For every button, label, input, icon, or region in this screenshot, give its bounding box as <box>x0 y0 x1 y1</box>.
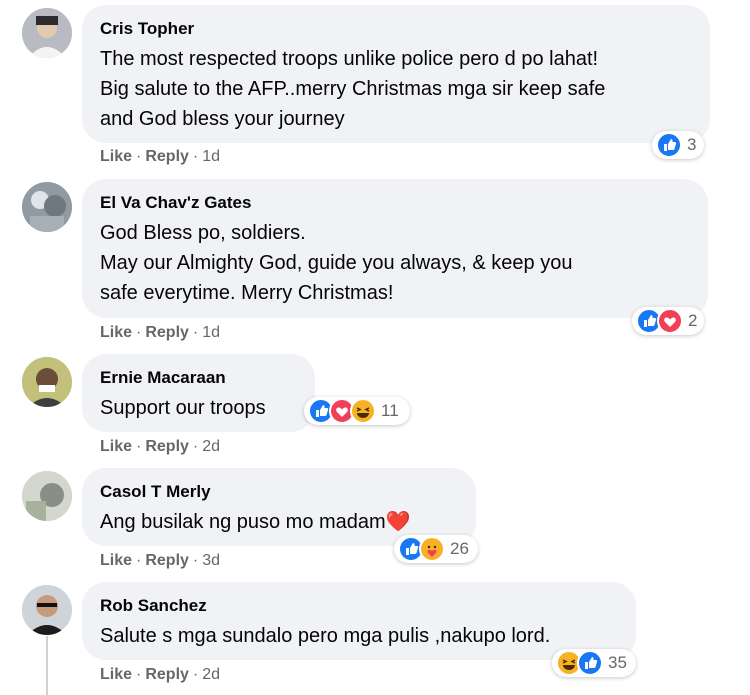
reaction-summary[interactable]: 35 <box>552 649 636 677</box>
like-button[interactable]: Like <box>100 438 132 455</box>
reaction-summary[interactable]: 2 <box>632 307 704 335</box>
separator: · <box>192 438 199 455</box>
reaction-count: 2 <box>688 311 698 330</box>
comment-timestamp[interactable]: 3d <box>202 552 220 569</box>
comment-author[interactable]: El Va Chav'z Gates <box>100 192 690 214</box>
comment-actions: Like · Reply · 1d <box>100 324 220 342</box>
separator: · <box>136 666 142 683</box>
avatar[interactable] <box>22 585 72 635</box>
reply-thread-line <box>46 636 48 695</box>
comment-actions: Like · Reply · 3d <box>100 552 220 570</box>
reaction-count: 35 <box>608 653 627 672</box>
reply-button[interactable]: Reply <box>145 438 189 455</box>
reaction-summary[interactable]: 3 <box>652 131 704 159</box>
reply-button[interactable]: Reply <box>145 552 189 569</box>
comment-text: Ang busilak ng puso mo madam❤️ <box>100 511 411 533</box>
separator: · <box>136 552 142 569</box>
reaction-count: 3 <box>687 135 697 154</box>
like-button[interactable]: Like <box>100 324 132 341</box>
separator: · <box>192 666 199 683</box>
reaction-summary[interactable]: 26 <box>394 535 478 563</box>
reply-button[interactable]: Reply <box>145 666 189 683</box>
avatar[interactable] <box>22 471 72 521</box>
comment-author[interactable]: Cris Topher <box>100 18 692 40</box>
reply-button[interactable]: Reply <box>145 148 189 165</box>
comment-bubble: Cris Topher The most respected troops un… <box>82 5 710 143</box>
reply-button[interactable]: Reply <box>145 324 189 341</box>
separator: · <box>136 324 142 341</box>
comment-actions: Like · Reply · 2d <box>100 666 220 684</box>
comment-timestamp[interactable]: 1d <box>202 324 220 341</box>
reaction-summary[interactable]: 11 <box>304 397 410 425</box>
avatar[interactable] <box>22 182 72 232</box>
comment-actions: Like · Reply · 1d <box>100 148 220 166</box>
comment-bubble: El Va Chav'z Gates God Bless po, soldier… <box>82 179 708 318</box>
like-button[interactable]: Like <box>100 148 132 165</box>
separator: · <box>192 324 199 341</box>
comment-text: Support our troops <box>100 397 266 419</box>
like-icon <box>577 650 603 676</box>
comment-timestamp[interactable]: 1d <box>202 148 220 165</box>
comment-author[interactable]: Rob Sanchez <box>100 595 618 617</box>
comment-timestamp[interactable]: 2d <box>202 666 220 683</box>
separator: · <box>136 438 142 455</box>
like-button[interactable]: Like <box>100 552 132 569</box>
like-icon <box>656 132 682 158</box>
comment-actions: Like · Reply · 2d <box>100 438 220 456</box>
separator: · <box>192 148 199 165</box>
comment-text: Salute s mga sundalo pero mga pulis ,nak… <box>100 625 551 647</box>
avatar[interactable] <box>22 8 72 58</box>
comment-text: God Bless po, soldiers. May our Almighty… <box>100 222 573 304</box>
comment-text: The most respected troops unlike police … <box>100 48 606 130</box>
reaction-count: 26 <box>450 539 469 558</box>
comment-timestamp[interactable]: 2d <box>202 438 220 455</box>
like-button[interactable]: Like <box>100 666 132 683</box>
comment-bubble: Rob Sanchez Salute s mga sundalo pero mg… <box>82 582 636 660</box>
comment-author[interactable]: Ernie Macaraan <box>100 367 297 389</box>
avatar[interactable] <box>22 357 72 407</box>
separator: · <box>192 552 199 569</box>
care-icon <box>419 536 445 562</box>
comment-author[interactable]: Casol T Merly <box>100 481 458 503</box>
comment-bubble: Ernie Macaraan Support our troops <box>82 354 315 432</box>
separator: · <box>136 148 142 165</box>
haha-icon <box>350 398 376 424</box>
reaction-count: 11 <box>381 401 399 420</box>
love-icon <box>657 308 683 334</box>
